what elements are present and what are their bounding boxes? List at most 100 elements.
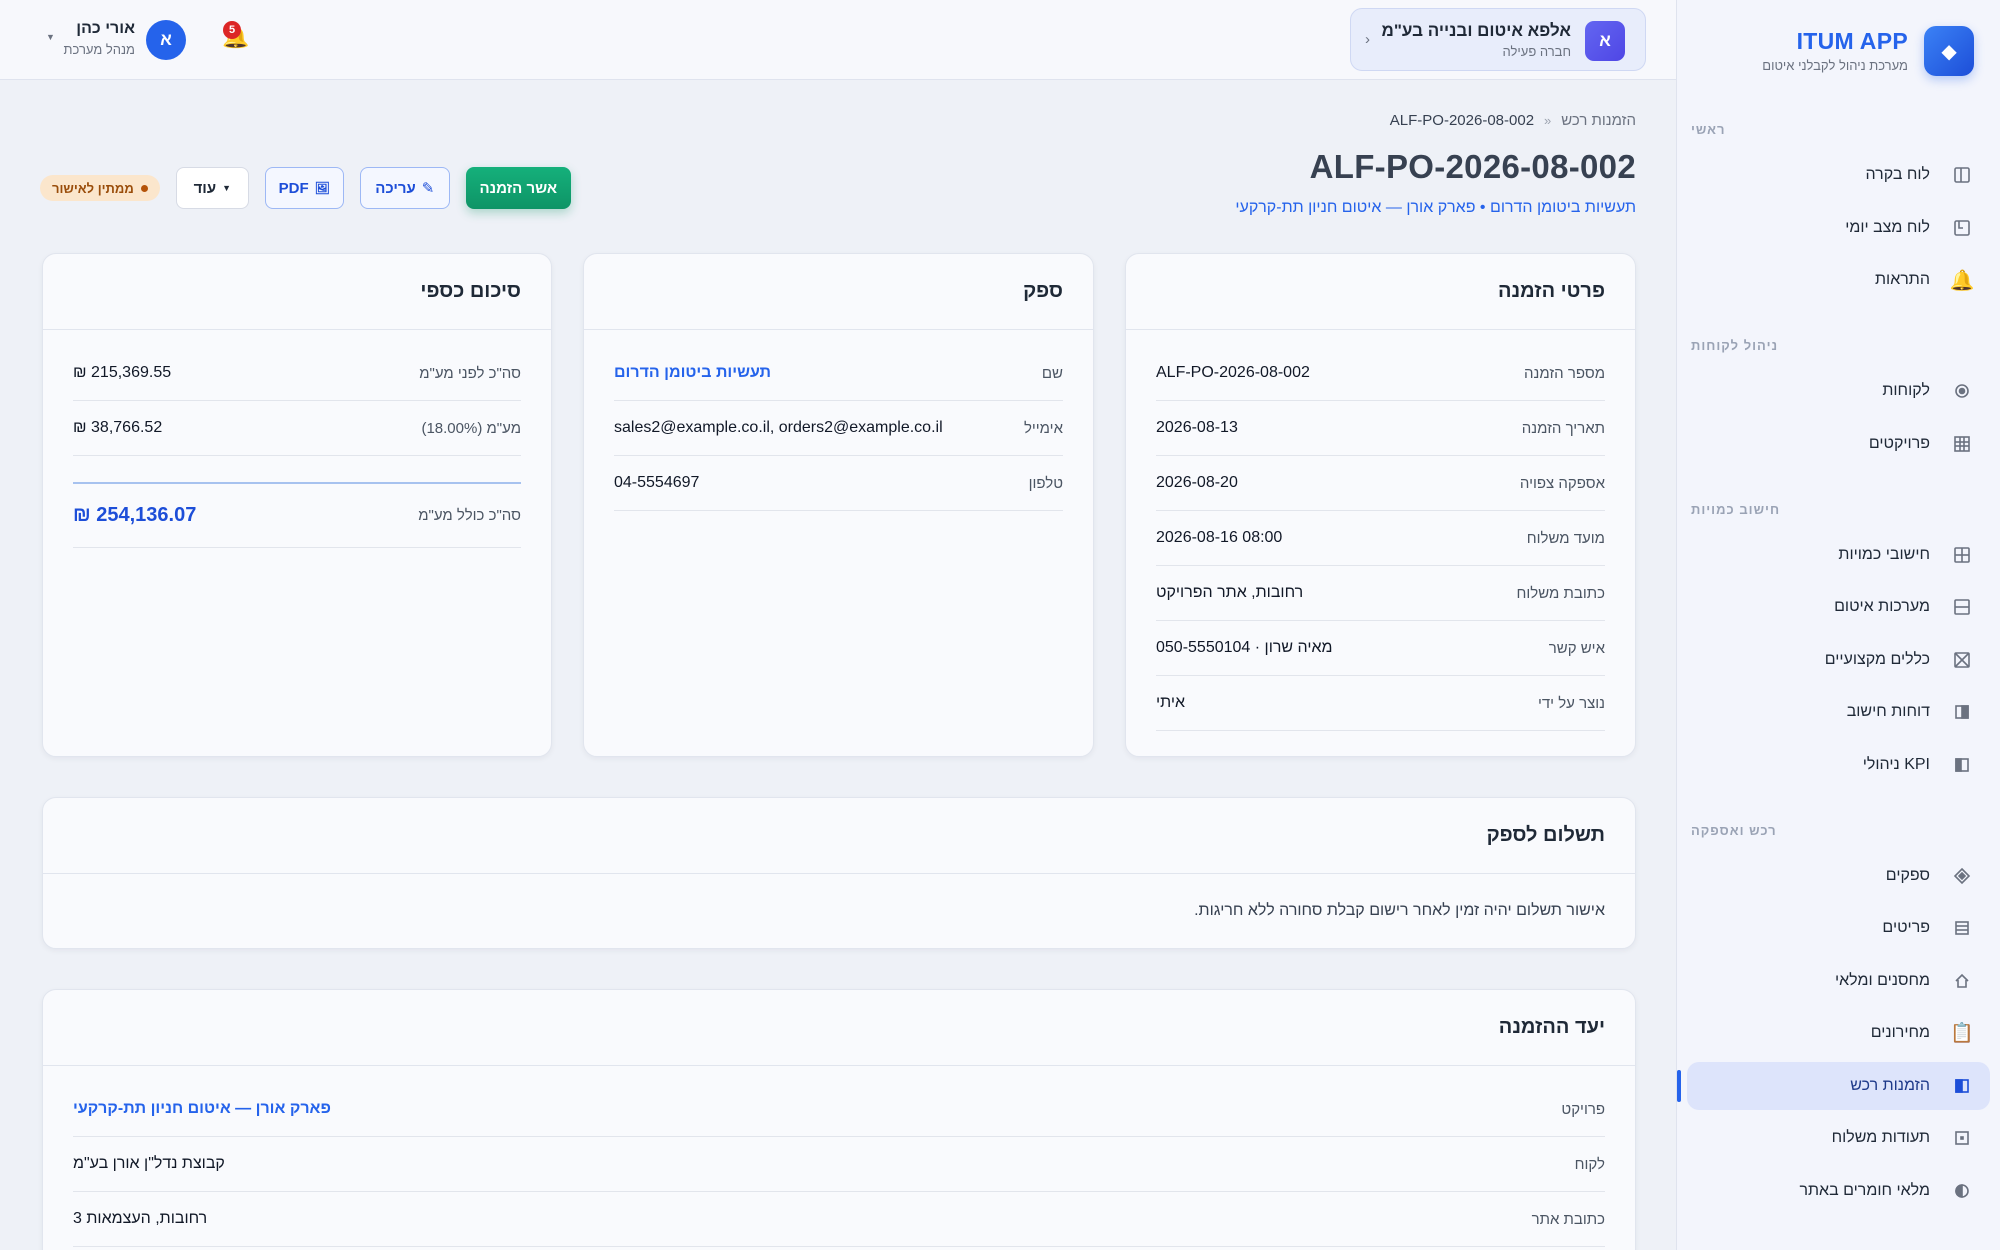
sidebar-item-label: תעודות משלוח <box>1831 1129 1930 1146</box>
subtotal-value: ₪ 215,369.55 <box>73 364 172 381</box>
sidebar-item-dashboard[interactable]: לוח בקרה <box>1687 151 1990 199</box>
supplier-payment-card: תשלום לספק אישור תשלום יהיה זמין לאחר רי… <box>42 797 1636 949</box>
main-content: הזמנות רכש « ALF-PO-2026-08-002 ALF-PO-2… <box>0 80 1676 1250</box>
items-icon <box>1952 918 1972 938</box>
detail-value: רחובות, אתר הפרויקט <box>1156 584 1304 601</box>
sidebar-item-warehouses[interactable]: מחסנים ומלאי <box>1687 957 1990 1005</box>
total-value: ₪ 254,136.07 <box>73 504 197 526</box>
card-title: סיכום כספי <box>43 254 551 330</box>
page-subtitle[interactable]: תעשיות ביטומן הדרום • פארק אורן — איטום … <box>1235 199 1636 217</box>
site-stock-icon <box>1952 1181 1972 1201</box>
nav-section-title: שטח <box>1687 1237 1984 1250</box>
sidebar-item-purchase-orders[interactable]: הזמנות רכש <box>1677 1061 1990 1110</box>
detail-value: 2026-08-16 08:00 <box>1156 529 1283 546</box>
calc-icon <box>1952 545 1972 565</box>
detail-label: שם <box>1041 364 1063 382</box>
daily-board-icon <box>1952 218 1972 238</box>
detail-row: כתובת משלוח רחובות, אתר הפרויקט <box>1156 566 1605 621</box>
pencil-icon: ✎ <box>421 180 435 197</box>
sidebar: ◆ ITUM APP מערכת ניהול לקבלני איטום ראשי… <box>1676 0 2000 1250</box>
status-badge: ממתין לאישור <box>40 175 160 201</box>
detail-value: 04-5554697 <box>614 474 700 491</box>
pdf-button[interactable]: 🖼 PDF <box>264 167 344 209</box>
chevron-down-icon[interactable]: ▼ <box>46 32 55 42</box>
bell-icon: 🔔 <box>1949 269 1975 292</box>
detail-label: מע"מ (18.00%) <box>421 419 521 437</box>
nav-section-title: ראשי <box>1691 122 1726 137</box>
sidebar-item-label: חישובי כמויות <box>1838 545 1930 563</box>
sidebar-item-kpi[interactable]: KPI ניהולי <box>1687 741 1990 789</box>
detail-value: sales2@example.co.il, orders2@example.co… <box>614 419 943 436</box>
sidebar-item-suppliers[interactable]: ספקים <box>1687 852 1990 900</box>
sidebar-item-quantity-calcs[interactable]: חישובי כמויות <box>1687 531 1990 579</box>
breadcrumb-parent[interactable]: הזמנות רכש <box>1561 112 1636 129</box>
user-avatar[interactable]: א <box>146 20 186 60</box>
sidebar-item-label: פריטים <box>1882 919 1930 936</box>
breadcrumb-separator: « <box>1544 113 1552 128</box>
supplier-name-link[interactable]: תעשיות ביטומן הדרום <box>614 364 771 382</box>
breadcrumb-current: ALF-PO-2026-08-002 <box>1389 112 1535 129</box>
brand-subtitle: מערכת ניהול לקבלני איטום <box>1762 58 1908 73</box>
brand-name: ITUM APP <box>1796 28 1908 54</box>
order-details-card: פרטי הזמנה מספר הזמנה ALF-PO-2026-08-002 … <box>1125 253 1636 757</box>
more-label: עוד <box>193 179 217 197</box>
detail-row: לקוח קבוצת נדל"ן אורן בע"מ <box>73 1137 1605 1192</box>
detail-value: 2026-08-13 <box>1156 419 1238 436</box>
sidebar-item-waterproofing-systems[interactable]: מערכות איטום <box>1687 583 1990 631</box>
detail-row: אספקה צפויה 2026-08-20 <box>1156 456 1605 511</box>
status-label: ממתין לאישור <box>52 180 134 196</box>
customers-icon <box>1952 381 1972 401</box>
user-name[interactable]: אורי כהן <box>70 20 135 38</box>
sidebar-item-delivery-notes[interactable]: תעודות משלוח <box>1687 1114 1990 1162</box>
brand[interactable]: ◆ ITUM APP מערכת ניהול לקבלני איטום <box>1697 26 1974 86</box>
detail-value: איתי <box>1156 694 1186 711</box>
company-status: חברה פעילה <box>1502 44 1571 59</box>
sidebar-item-customers[interactable]: לקוחות <box>1687 367 1990 415</box>
detail-row: טלפון 04-5554697 <box>614 456 1063 511</box>
order-destination-card: יעד ההזמנה פרויקט פארק אורן — איטום חניון… <box>42 989 1636 1250</box>
sidebar-item-site-stock[interactable]: מלאי חומרים באתר <box>1687 1167 1990 1215</box>
sidebar-item-label: ספקים <box>1885 866 1930 884</box>
nav-section-title: ניהול לקוחות <box>1691 338 1779 353</box>
approve-order-button[interactable]: אשר הזמנה <box>465 167 571 209</box>
detail-row: כתובת אתר רחובות, העצמאות 3 <box>73 1192 1605 1247</box>
sidebar-item-alerts[interactable]: 🔔 התראות <box>1687 256 1990 304</box>
nav-section-title: רכש ואספקה <box>1691 822 1777 838</box>
topbar: א אלפא איטום ובנייה בע"מ חברה פעילה ‹ 🔔 … <box>0 0 1676 80</box>
vat-value: ₪ 38,766.52 <box>73 419 163 436</box>
company-switcher[interactable]: א אלפא איטום ובנייה בע"מ חברה פעילה ‹ <box>1350 8 1646 71</box>
card-title: תשלום לספק <box>43 798 1635 874</box>
systems-icon <box>1952 597 1972 617</box>
sidebar-item-items[interactable]: פריטים <box>1687 904 1990 952</box>
sidebar-item-price-lists[interactable]: 📋 מחירונים <box>1687 1009 1990 1057</box>
sidebar-nav: ראשי לוח בקרה לוח מצב יומי 🔔 התראות ניהו… <box>1677 110 1990 1250</box>
detail-label: תאריך הזמנה <box>1521 419 1605 437</box>
detail-label: אספקה צפויה <box>1519 474 1605 492</box>
detail-row: מספר הזמנה ALF-PO-2026-08-002 <box>1156 346 1605 401</box>
reports-icon <box>1952 702 1972 722</box>
project-link[interactable]: פארק אורן — איטום חניון תת-קרקעי <box>73 1100 331 1118</box>
sidebar-item-daily-board[interactable]: לוח מצב יומי <box>1687 204 1990 252</box>
company-avatar: א <box>1585 21 1625 61</box>
nav-section-title: חישוב כמויות <box>1691 501 1781 517</box>
sidebar-item-label: פרויקטים <box>1868 434 1930 452</box>
notifications-badge: 5 <box>223 21 241 39</box>
detail-label: כתובת משלוח <box>1516 584 1605 602</box>
detail-row: שם תעשיות ביטומן הדרום <box>614 346 1063 401</box>
sidebar-item-calc-reports[interactable]: דוחות חישוב <box>1687 688 1990 736</box>
warehouse-icon <box>1952 971 1972 991</box>
purchase-orders-icon <box>1952 1076 1972 1096</box>
company-name: אלפא איטום ובנייה בע"מ <box>1381 21 1571 40</box>
more-button[interactable]: ▼ עוד <box>175 167 249 209</box>
brand-logo-icon: ◆ <box>1924 26 1974 76</box>
detail-value: רחובות, העצמאות 3 <box>73 1210 208 1227</box>
detail-value: ALF-PO-2026-08-002 <box>1156 364 1310 381</box>
sidebar-item-professional-rules[interactable]: כללים מקצועיים <box>1687 636 1990 684</box>
sidebar-item-projects[interactable]: פרויקטים <box>1687 420 1990 468</box>
dashboard-icon <box>1952 165 1972 185</box>
detail-value: מאיה שרון · 050-5550104 <box>1156 639 1333 656</box>
sidebar-item-label: מערכות איטום <box>1834 598 1930 615</box>
edit-label: עריכה <box>375 179 416 197</box>
edit-button[interactable]: ✎ עריכה <box>359 167 450 209</box>
clipboard-icon: 📋 <box>1950 1023 1974 1044</box>
